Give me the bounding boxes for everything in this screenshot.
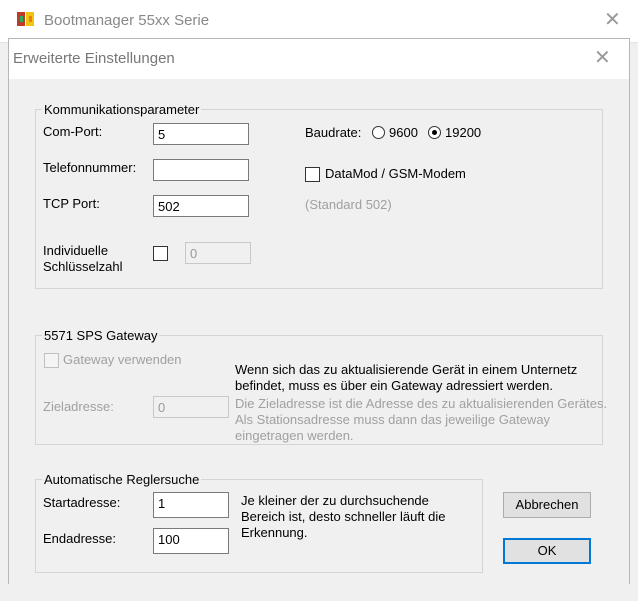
ziel-info: Die Zieladresse ist die Adresse des zu a… xyxy=(235,396,625,444)
gateway-info-line1: Wenn sich das zu aktualisierende Gerät i… xyxy=(235,362,578,377)
group-kommunikation-label: Kommunikationsparameter xyxy=(42,102,202,117)
gateway-info: Wenn sich das zu aktualisierende Gerät i… xyxy=(235,362,605,394)
endadresse-label: Endadresse: xyxy=(43,531,116,546)
reglersuche-info-line2: Bereich ist, desto schneller läuft die xyxy=(241,509,446,524)
ziel-input[interactable]: 0 xyxy=(153,396,229,418)
comport-input[interactable]: 5 xyxy=(153,123,249,145)
ziel-info-line2: Als Stationsadresse muss dann das jeweil… xyxy=(235,412,551,427)
key-checkbox[interactable] xyxy=(153,246,168,261)
ziel-info-line1: Die Zieladresse ist die Adresse des zu a… xyxy=(235,396,608,411)
tcp-port-label: TCP Port: xyxy=(43,196,100,211)
tcp-port-input[interactable]: 502 xyxy=(153,195,249,217)
key-label: Individuelle Schlüsselzahl xyxy=(43,243,123,275)
dialog-close-icon[interactable]: ✕ xyxy=(594,43,611,73)
dialog-title: Erweiterte Einstellungen xyxy=(13,50,175,67)
ziel-info-line3: eingetragen werden. xyxy=(235,428,354,443)
datamod-checkbox[interactable] xyxy=(305,167,320,182)
key-label-line2: Schlüsselzahl xyxy=(43,259,123,274)
startadresse-input[interactable]: 1 xyxy=(153,492,229,518)
telefon-label: Telefonnummer: xyxy=(43,160,137,175)
startadresse-label: Startadresse: xyxy=(43,495,121,510)
endadresse-input[interactable]: 100 xyxy=(153,528,229,554)
gateway-label: Gateway verwenden xyxy=(63,352,182,367)
outer-titlebar: Bootmanager 55xx Serie ✕ xyxy=(0,0,638,43)
baud-9600-label: 9600 xyxy=(389,125,418,140)
baudrate-label: Baudrate: xyxy=(305,125,362,140)
baud-19200-label: 19200 xyxy=(445,125,482,140)
outer-window-title: Bootmanager 55xx Serie xyxy=(44,12,210,29)
gateway-info-line2: befindet, muss es über ein Gateway adres… xyxy=(235,378,553,393)
group-gateway-label: 5571 SPS Gateway xyxy=(42,328,160,343)
datamod-label: DataMod / GSM-Modem xyxy=(325,166,466,181)
comport-label: Com-Port: xyxy=(43,124,103,139)
key-input[interactable]: 0 xyxy=(185,242,251,264)
reglersuche-info: Je kleiner der zu durchsuchende Bereich … xyxy=(241,493,481,541)
ziel-label: Zieladresse: xyxy=(43,399,114,414)
tcp-hint: (Standard 502) xyxy=(305,197,392,212)
gateway-checkbox[interactable] xyxy=(44,353,59,368)
outer-close-icon[interactable]: ✕ xyxy=(604,6,621,34)
telefon-input[interactable] xyxy=(153,159,249,181)
baud-9600-radio[interactable] xyxy=(372,126,385,139)
outer-bottom-strip xyxy=(0,584,638,601)
reglersuche-info-line3: Erkennung. xyxy=(241,525,308,540)
group-reglersuche-label: Automatische Reglersuche xyxy=(42,472,202,487)
settings-dialog: Erweiterte Einstellungen ✕ Kommunikation… xyxy=(8,38,630,586)
cancel-button[interactable]: Abbrechen xyxy=(503,492,591,518)
ok-button[interactable]: OK xyxy=(503,538,591,564)
dialog-titlebar: Erweiterte Einstellungen ✕ xyxy=(9,39,629,79)
baud-19200-radio[interactable] xyxy=(428,126,441,139)
reglersuche-info-line1: Je kleiner der zu durchsuchende xyxy=(241,493,429,508)
key-label-line1: Individuelle xyxy=(43,243,109,258)
app-icon xyxy=(17,12,34,26)
